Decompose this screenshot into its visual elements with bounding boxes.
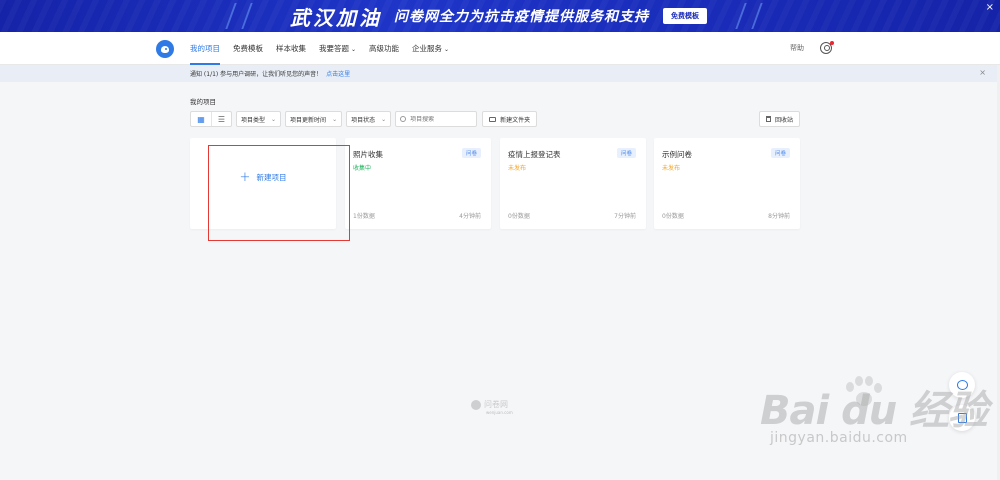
nav-item-advanced[interactable]: 高级功能 [369,32,399,65]
project-title: 示例问卷 [662,150,692,159]
notice-text: 通知 (1/1) 参与用户调研，让我们听见您的声音！ 点击这里 [190,71,351,78]
logo-icon[interactable] [156,40,174,58]
notification-dot [830,41,834,45]
new-project-label: 新建项目 [256,173,287,182]
type-badge: 问卷 [616,148,636,158]
top-banner[interactable]: 武汉加油 问卷网全力为抗击疫情提供服务和支持 免费模板 × [0,0,1000,32]
updated-time: 4分钟前 [459,213,481,220]
list-view-icon[interactable]: ☰ [211,112,231,126]
chevron-down-icon: ⌄ [332,115,338,123]
data-count: 0份数据 [662,213,684,220]
feedback-button[interactable] [949,405,975,431]
type-badge: 问卷 [461,148,481,158]
view-toggle: ▦ ☰ [190,111,232,127]
nav-item-free-templates[interactable]: 免费模板 [233,32,263,65]
free-template-button[interactable]: 免费模板 [663,8,707,24]
new-folder-button[interactable]: 新建文件夹 [482,111,538,127]
footer-logo: 问卷网 [471,399,508,410]
project-search [395,111,478,127]
banner-slogan-left: 武汉加油 [290,5,382,30]
chevron-down-icon: ⌄ [444,46,450,53]
project-title: 疫情上报登记表 [508,150,561,159]
nav-item-sample-collection[interactable]: 样本收集 [276,32,306,65]
project-status-select[interactable]: 项目状态 ⌄ [346,111,392,127]
chat-icon [956,380,968,390]
banner-decoration [735,3,763,29]
data-count: 1份数据 [353,213,375,220]
trash-icon [766,116,771,122]
chevron-down-icon: ⌄ [271,115,277,123]
nav-item-my-projects[interactable]: 我的项目 [190,32,220,65]
project-card[interactable]: 示例问卷 问卷 未发布 0份数据 8分钟前 [654,138,800,229]
updated-time: 8分钟前 [768,213,790,220]
edit-icon [957,413,967,423]
footer-brand: 问卷网 [484,400,508,409]
project-updated-select[interactable]: 项目更新时间 ⌄ [285,111,343,127]
status-badge: 未发布 [508,165,527,172]
search-input[interactable] [410,115,471,123]
project-type-select[interactable]: 项目类型 ⌄ [236,111,282,127]
status-badge: 收集中 [353,165,372,172]
watermark-url: jingyan.baidu.com [770,430,908,446]
project-card[interactable]: 照片收集 问卷 收集中 1份数据 4分钟前 [345,138,491,229]
recycle-bin-button[interactable]: 回收站 [759,111,801,127]
nav-menu: 我的项目 免费模板 样本收集 我要答题 ⌄ 高级功能 企业服务 ⌄ [190,32,449,65]
project-card[interactable]: 疫情上报登记表 问卷 未发布 0份数据 7分钟前 [500,138,646,229]
updated-time: 7分钟前 [614,213,636,220]
new-project-card[interactable]: + 新建项目 [190,138,336,229]
nav-item-enterprise[interactable]: 企业服务 ⌄ [412,32,449,65]
notice-close-icon[interactable]: × [979,68,986,77]
footer-logo-icon [471,399,481,410]
help-link[interactable]: 帮助 [790,43,804,53]
banner-close-icon[interactable]: × [986,2,994,13]
main-nav: 我的项目 免费模板 样本收集 我要答题 ⌄ 高级功能 企业服务 ⌄ 帮助 [0,32,1000,65]
chevron-down-icon: ⌄ [351,46,357,53]
notice-bar: 通知 (1/1) 参与用户调研，让我们听见您的声音！ 点击这里 × [0,65,1000,82]
plus-icon: + [239,170,251,185]
chevron-down-icon: ⌄ [381,115,387,123]
grid-view-icon[interactable]: ▦ [191,112,211,126]
project-title: 照片收集 [353,150,383,159]
nav-item-answer[interactable]: 我要答题 ⌄ [319,32,356,65]
notice-link[interactable]: 点击这里 [326,71,350,78]
folder-plus-icon [489,116,497,122]
search-icon [400,116,407,122]
banner-content: 武汉加油 问卷网全力为抗击疫情提供服务和支持 免费模板 [290,4,707,30]
paw-icon [842,374,882,414]
data-count: 0份数据 [508,213,530,220]
chat-button[interactable] [949,372,975,398]
status-badge: 未发布 [662,165,681,172]
footer-sub: wenjuan.com [486,410,513,415]
project-toolbar: ▦ ☰ 项目类型⌄ 项目更新时间⌄ 项目状态⌄ 新建文件夹 [190,111,538,127]
section-title: 我的项目 [190,98,216,106]
banner-slogan-right: 问卷网全力为抗击疫情提供服务和支持 [394,9,649,25]
type-badge: 问卷 [770,148,790,158]
banner-decoration [225,3,253,29]
user-icon[interactable] [820,41,834,54]
